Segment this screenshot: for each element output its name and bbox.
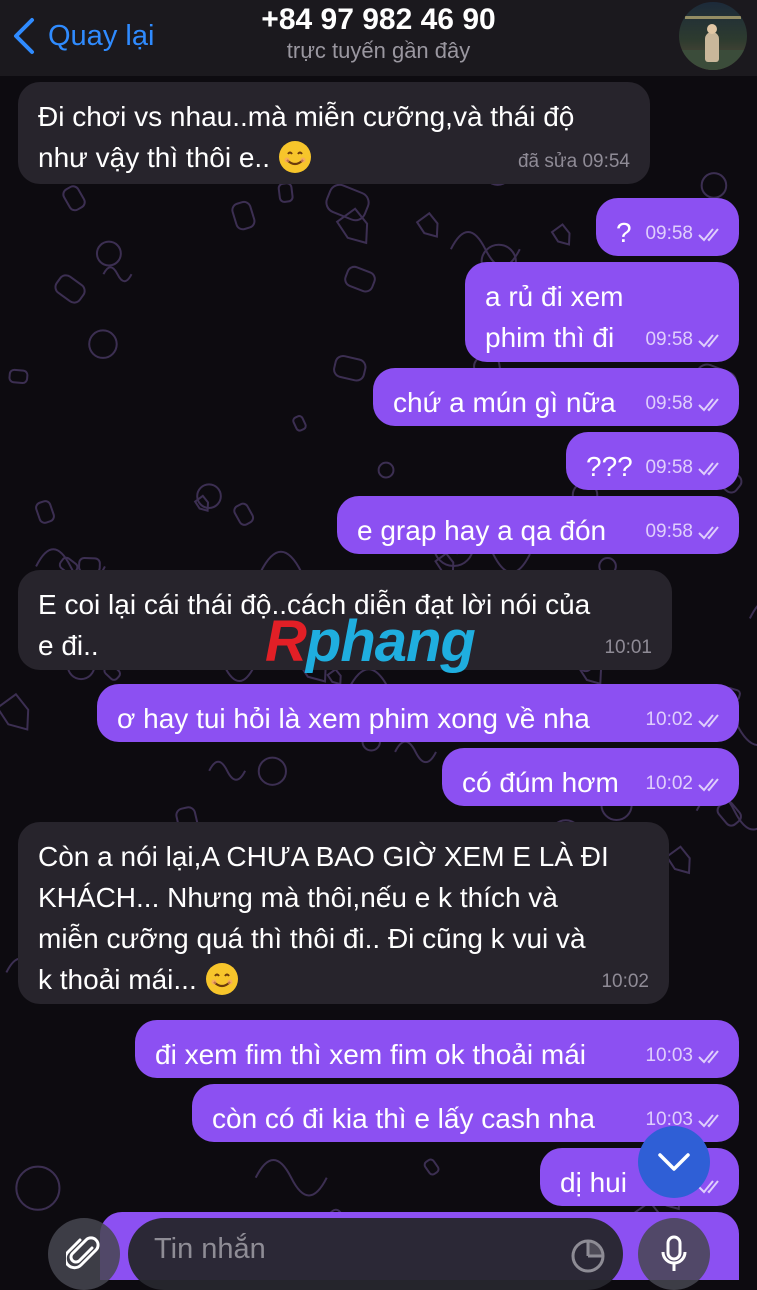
avatar[interactable] — [679, 2, 747, 70]
double-check-icon — [698, 334, 719, 348]
message-time: 10:03 — [645, 1045, 693, 1066]
sticker-icon[interactable] — [570, 1238, 606, 1274]
chevron-left-icon — [14, 18, 34, 54]
double-check-icon — [698, 1114, 719, 1128]
message-text: ơ hay tui hỏi là xem phim xong về nha — [117, 703, 590, 734]
contact-name: +84 97 982 46 90 — [261, 3, 496, 36]
message-bubble[interactable]: Còn a nói lại,A CHƯA BAO GIỜ XEM E LÀ ĐI… — [18, 822, 669, 1004]
message-bubble[interactable]: ? 09:58 — [596, 198, 739, 256]
back-button[interactable]: Quay lại — [10, 14, 154, 58]
message-time: 09:58 — [645, 393, 693, 414]
chat-header: Quay lại +84 97 982 46 90 trực tuyến gần… — [0, 0, 757, 76]
microphone-icon — [661, 1235, 687, 1271]
microphone-button[interactable] — [638, 1218, 710, 1290]
contact-status: trực tuyến gần đây — [286, 38, 471, 63]
message-time: 10:02 — [645, 773, 693, 794]
message-time: 10:02 — [645, 709, 693, 730]
double-check-icon — [698, 714, 719, 728]
chevron-down-icon — [658, 1153, 690, 1171]
message-time: đã sửa 09:54 — [517, 151, 630, 172]
message-time: 09:58 — [645, 223, 693, 244]
double-check-icon — [698, 526, 719, 540]
message-bubble[interactable]: ơ hay tui hỏi là xem phim xong về nha 10… — [97, 684, 739, 742]
double-check-icon — [698, 778, 719, 792]
smile-emoji-icon — [278, 141, 311, 173]
message-bubble[interactable]: ??? 09:58 — [566, 432, 739, 490]
double-check-icon — [698, 398, 719, 412]
message-bubble[interactable]: e grap hay a qa đón 09:58 — [337, 496, 739, 554]
message-bubble[interactable]: a rủ đi xem phim thì đi 09:58 — [465, 262, 739, 362]
attach-button[interactable] — [48, 1218, 120, 1290]
message-bubble[interactable]: Đi chơi vs nhau..mà miễn cưỡng,và thái đ… — [18, 82, 650, 184]
message-bubble[interactable]: chứ a mún gì nữa 09:58 — [373, 368, 739, 426]
message-time: 10:01 — [604, 637, 652, 658]
smile-emoji-icon — [205, 963, 238, 995]
message-input-placeholder: Tin nhắn — [154, 1233, 266, 1265]
contact-info[interactable]: +84 97 982 46 90 trực tuyến gần đây — [180, 2, 577, 64]
back-label: Quay lại — [48, 19, 155, 52]
message-time: 09:58 — [645, 521, 693, 542]
double-check-icon — [698, 1050, 719, 1064]
message-input[interactable]: Tin nhắn — [128, 1218, 623, 1290]
scroll-down-button[interactable] — [638, 1126, 710, 1198]
message-time: 09:58 — [645, 329, 693, 350]
message-bubble[interactable]: có đúm hơm 10:02 — [442, 748, 739, 806]
watermark-logo: Rphang — [265, 609, 476, 674]
message-bubble[interactable]: đi xem fim thì xem fim ok thoải mái 10:0… — [135, 1020, 739, 1078]
message-text: đi xem fim thì xem fim ok thoải mái — [155, 1039, 587, 1070]
message-text: Còn a nói lại,A CHƯA BAO GIỜ XEM E LÀ ĐI… — [38, 841, 609, 995]
message-composer: Tin nhắn — [0, 1210, 757, 1290]
message-text: còn có đi kia thì e lấy cash nha — [212, 1103, 595, 1134]
paperclip-icon — [66, 1236, 100, 1270]
double-check-icon — [698, 228, 719, 242]
message-time: 09:58 — [645, 457, 693, 478]
message-time: 10:02 — [601, 971, 649, 992]
double-check-icon — [698, 462, 719, 476]
